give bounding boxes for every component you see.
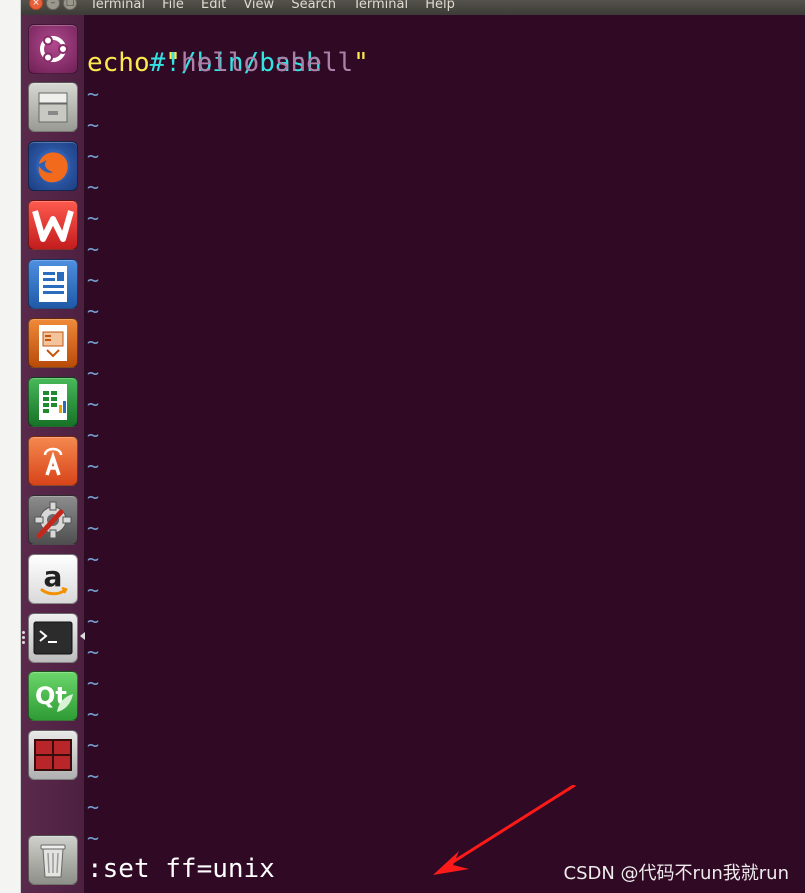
menu-help[interactable]: Help [425, 0, 455, 11]
qt-logo-icon: Qt [35, 682, 73, 712]
shopping-bag-icon [43, 447, 63, 476]
libreoffice-writer-icon[interactable] [28, 259, 78, 309]
code-line-2: echo "hello shell" [87, 48, 369, 79]
libreoffice-calc-icon[interactable] [28, 377, 78, 427]
empty-line-tilde: ~ [87, 733, 100, 757]
empty-line-tilde: ~ [87, 423, 100, 447]
maximize-window-button[interactable]: □ [63, 0, 77, 10]
empty-line-tilde: ~ [87, 671, 100, 695]
code-line-1: #!/bin/bash [87, 17, 322, 78]
quote-open: " [165, 48, 181, 78]
vim-command-line[interactable]: :set ff=unix [87, 854, 275, 885]
libreoffice-impress-icon[interactable] [28, 318, 78, 368]
system-settings-icon[interactable] [28, 495, 78, 545]
empty-line-tilde: ~ [87, 237, 100, 261]
empty-line-tilde: ~ [87, 299, 100, 323]
trash-icon[interactable] [28, 835, 78, 885]
software-center-icon[interactable] [28, 436, 78, 486]
files-icon[interactable] [28, 82, 78, 132]
menu-terminal[interactable]: Terminal [353, 0, 408, 11]
workspace-switcher-icon[interactable] [28, 730, 78, 780]
empty-line-tilde: ~ [87, 268, 100, 292]
empty-line-tilde: ~ [87, 82, 100, 106]
empty-line-tilde: ~ [87, 547, 100, 571]
file-cabinet-icon [38, 92, 68, 123]
menu-search[interactable]: Search [291, 0, 336, 11]
menu-edit[interactable]: Edit [201, 0, 226, 11]
firefox-logo-icon [36, 149, 70, 183]
minimize-window-button[interactable]: – [46, 0, 60, 10]
spreadsheet-icon [39, 384, 67, 420]
active-indicator-dot [22, 641, 25, 644]
empty-line-tilde: ~ [87, 330, 100, 354]
ubuntu-logo-icon [40, 35, 68, 63]
menu-app-terminal[interactable]: Terminal [90, 0, 145, 11]
quote-close: " [353, 48, 369, 78]
empty-line-tilde: ~ [87, 826, 100, 850]
vim-editor[interactable]: #!/bin/bash echo "hello shell" ~ ~ ~ ~ ~… [85, 15, 805, 893]
menu-items: Terminal File Edit View Search Terminal … [90, 0, 468, 11]
wps-office-icon[interactable] [28, 200, 78, 250]
menu-file[interactable]: File [162, 0, 184, 11]
empty-line-tilde: ~ [87, 702, 100, 726]
empty-line-tilde: ~ [87, 206, 100, 230]
terminal-icon[interactable] [28, 613, 78, 663]
window-controls: × – □ [29, 0, 77, 10]
empty-line-tilde: ~ [87, 795, 100, 819]
amazon-logo-icon: a [40, 560, 68, 596]
terminal-prompt-icon [33, 621, 73, 655]
ubuntu-dash-icon[interactable] [28, 24, 78, 74]
empty-line-tilde: ~ [87, 578, 100, 602]
document-icon [39, 266, 67, 302]
trash-can-icon [40, 844, 66, 878]
empty-line-tilde: ~ [87, 144, 100, 168]
unity-launcher: a Qt [21, 15, 85, 893]
close-window-button[interactable]: × [29, 0, 43, 10]
firefox-icon[interactable] [28, 141, 78, 191]
menu-bar: × – □ Terminal File Edit View Search Ter… [21, 0, 805, 15]
empty-line-tilde: ~ [87, 764, 100, 788]
empty-line-tilde: ~ [87, 392, 100, 416]
qt-creator-icon[interactable]: Qt [28, 671, 78, 721]
desktop-background-strip [0, 0, 21, 893]
empty-line-tilde: ~ [87, 485, 100, 509]
menu-view[interactable]: View [243, 0, 274, 11]
amazon-icon[interactable]: a [28, 554, 78, 604]
active-indicator-dot [22, 636, 25, 639]
string-literal: hello shell [180, 48, 354, 78]
active-indicator-dot [22, 631, 25, 634]
workspace-grid-icon [34, 739, 72, 771]
svg-text:a: a [44, 560, 63, 593]
empty-line-tilde: ~ [87, 113, 100, 137]
csdn-watermark: CSDN @代码不run我就run [563, 863, 789, 884]
empty-line-tilde: ~ [87, 516, 100, 540]
echo-keyword: echo [87, 48, 150, 78]
empty-line-tilde: ~ [87, 640, 100, 664]
gear-wrench-icon [34, 501, 72, 539]
empty-line-tilde: ~ [87, 454, 100, 478]
empty-line-tilde: ~ [87, 361, 100, 385]
empty-line-tilde: ~ [87, 175, 100, 199]
wps-w-icon [32, 210, 74, 242]
presentation-icon [39, 325, 67, 361]
empty-line-tilde: ~ [87, 609, 100, 633]
annotation-arrow-icon [433, 785, 576, 875]
